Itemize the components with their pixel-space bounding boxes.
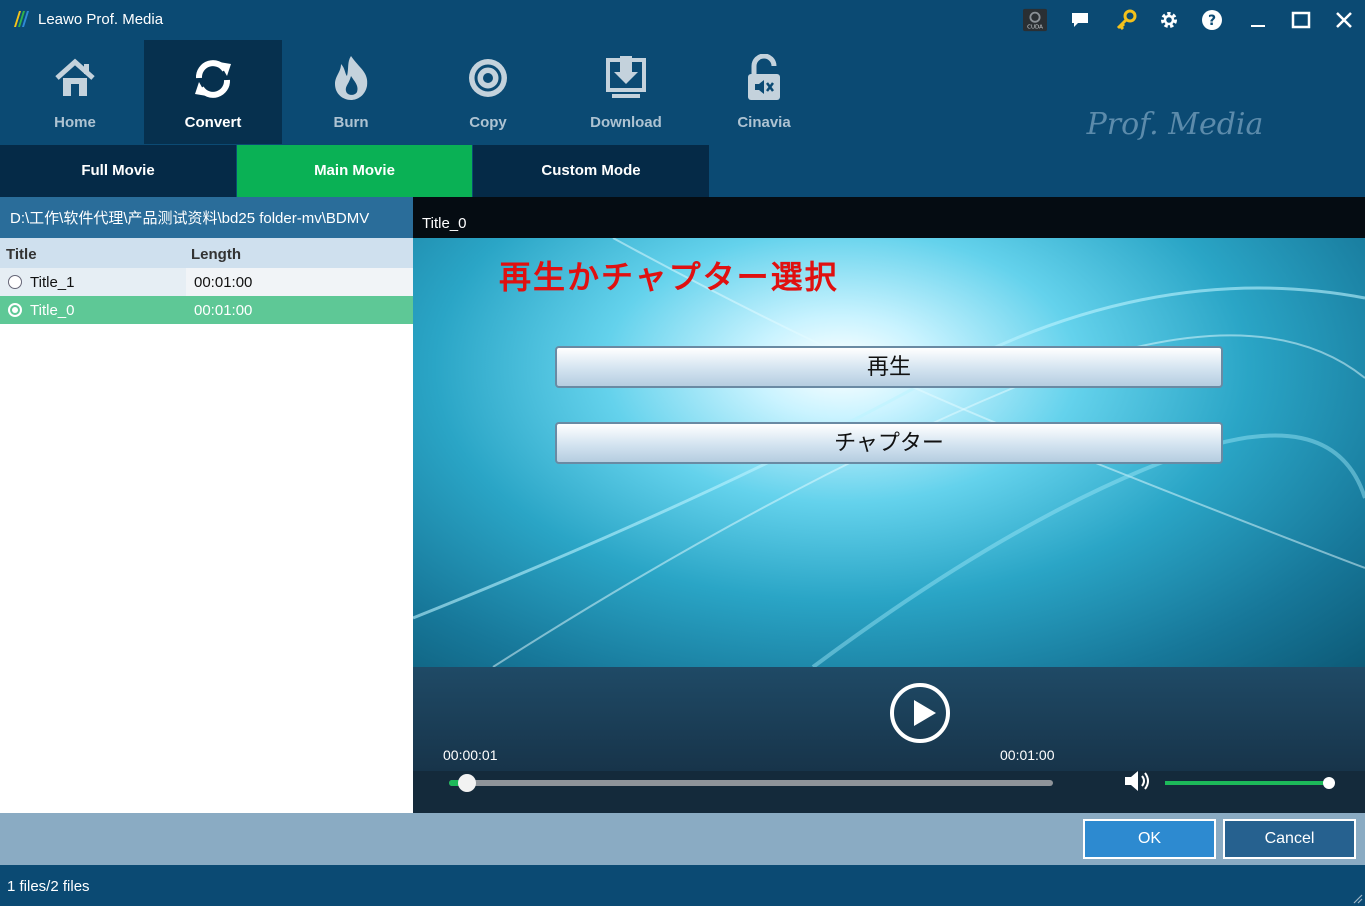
radio-button[interactable] bbox=[8, 303, 22, 317]
feedback-icon[interactable] bbox=[1068, 8, 1092, 32]
svg-text:?: ? bbox=[1208, 13, 1216, 29]
mode-tabs: Full Movie Main Movie Custom Mode bbox=[0, 145, 1365, 197]
current-time: 00:00:01 bbox=[443, 747, 498, 763]
video-frame[interactable]: 再生かチャプター選択 再生 チャプター bbox=[413, 238, 1365, 667]
burn-icon bbox=[335, 56, 368, 100]
row-title: Title_1 bbox=[30, 273, 75, 291]
row-title: Title_0 bbox=[30, 301, 75, 319]
seek-bar[interactable] bbox=[449, 774, 1053, 792]
tab-main-movie[interactable]: Main Movie bbox=[237, 145, 472, 197]
toolbar-convert[interactable]: Convert bbox=[144, 40, 282, 144]
disc-menu-title: 再生かチャプター選択 bbox=[499, 258, 839, 296]
title-list-panel: D:\工作\软件代理\产品测试资料\bd25 folder-mv\BDMV Ti… bbox=[0, 197, 413, 813]
cuda-icon[interactable]: CUDA bbox=[1023, 8, 1047, 32]
register-key-icon[interactable] bbox=[1114, 8, 1138, 32]
column-header-length[interactable]: Length bbox=[186, 238, 241, 268]
status-bar: 1 files/2 files bbox=[0, 865, 1365, 906]
cinavia-icon bbox=[748, 54, 780, 100]
download-icon bbox=[606, 56, 646, 98]
controls-overlay bbox=[413, 667, 1365, 771]
disc-menu-play-button[interactable]: 再生 bbox=[555, 346, 1223, 388]
cancel-button[interactable]: Cancel bbox=[1223, 819, 1356, 859]
convert-icon bbox=[195, 60, 231, 98]
toolbar-download[interactable]: Download bbox=[557, 40, 695, 144]
seek-bar-handle[interactable] bbox=[458, 774, 477, 792]
app-logo-icon bbox=[14, 11, 29, 27]
settings-gear-icon[interactable] bbox=[1157, 8, 1181, 32]
app-title: Leawo Prof. Media bbox=[38, 11, 164, 28]
play-button[interactable] bbox=[890, 683, 950, 743]
player-controls: 00:00:01 00:01:00 bbox=[413, 667, 1365, 813]
radio-button[interactable] bbox=[8, 275, 22, 289]
toolbar-label: Convert bbox=[184, 114, 242, 131]
maximize-icon[interactable] bbox=[1289, 8, 1313, 32]
player-title: Title_0 bbox=[422, 215, 467, 232]
close-icon[interactable] bbox=[1332, 8, 1356, 32]
total-time: 00:01:00 bbox=[1000, 747, 1055, 763]
tab-custom-mode[interactable]: Custom Mode bbox=[473, 145, 709, 197]
title-bar: Leawo Prof. Media CUDA ? bbox=[0, 0, 1365, 40]
toolbar-label: Burn bbox=[333, 114, 369, 131]
column-header-title[interactable]: Title bbox=[0, 238, 186, 268]
help-icon[interactable]: ? bbox=[1200, 8, 1224, 32]
toolbar-copy[interactable]: Copy bbox=[419, 40, 557, 144]
volume-slider-handle[interactable] bbox=[1323, 777, 1335, 789]
title-table-header: Title Length bbox=[0, 238, 413, 268]
ok-button[interactable]: OK bbox=[1083, 819, 1216, 859]
brand-text: Prof. Media bbox=[1086, 107, 1264, 142]
row-length: 00:01:00 bbox=[186, 268, 413, 296]
toolbar-label: Cinavia bbox=[737, 114, 791, 131]
tab-full-movie[interactable]: Full Movie bbox=[0, 145, 236, 197]
table-row[interactable]: Title_1 00:01:00 bbox=[0, 268, 413, 296]
preview-player: Title_0 再生かチャプター選択 再生 チャプター 00:00:01 00:… bbox=[413, 197, 1365, 813]
home-icon bbox=[55, 58, 95, 96]
table-row[interactable]: Title_0 00:01:00 bbox=[0, 296, 413, 324]
toolbar-cinavia[interactable]: Cinavia bbox=[695, 40, 833, 144]
toolbar-burn[interactable]: Burn bbox=[282, 40, 420, 144]
volume-icon[interactable] bbox=[1123, 769, 1153, 793]
toolbar-label: Download bbox=[590, 114, 662, 131]
cuda-label: CUDA bbox=[1027, 24, 1043, 30]
disc-menu-chapter-button[interactable]: チャプター bbox=[555, 422, 1223, 464]
file-count-status: 1 files/2 files bbox=[7, 878, 90, 895]
copy-icon bbox=[469, 59, 507, 97]
row-length: 00:01:00 bbox=[194, 302, 253, 319]
volume-slider-fill bbox=[1165, 781, 1329, 785]
toolbar-label: Home bbox=[54, 114, 96, 131]
action-bar: OK Cancel bbox=[0, 813, 1365, 865]
resize-grip-icon[interactable] bbox=[1351, 892, 1363, 904]
source-path: D:\工作\软件代理\产品测试资料\bd25 folder-mv\BDMV bbox=[0, 197, 413, 238]
main-toolbar: Home Convert Burn Copy Download Cinavia … bbox=[0, 40, 1365, 169]
toolbar-label: Copy bbox=[469, 114, 507, 131]
volume-slider[interactable] bbox=[1165, 777, 1335, 789]
toolbar-home[interactable]: Home bbox=[6, 40, 144, 144]
minimize-icon[interactable] bbox=[1246, 8, 1270, 32]
